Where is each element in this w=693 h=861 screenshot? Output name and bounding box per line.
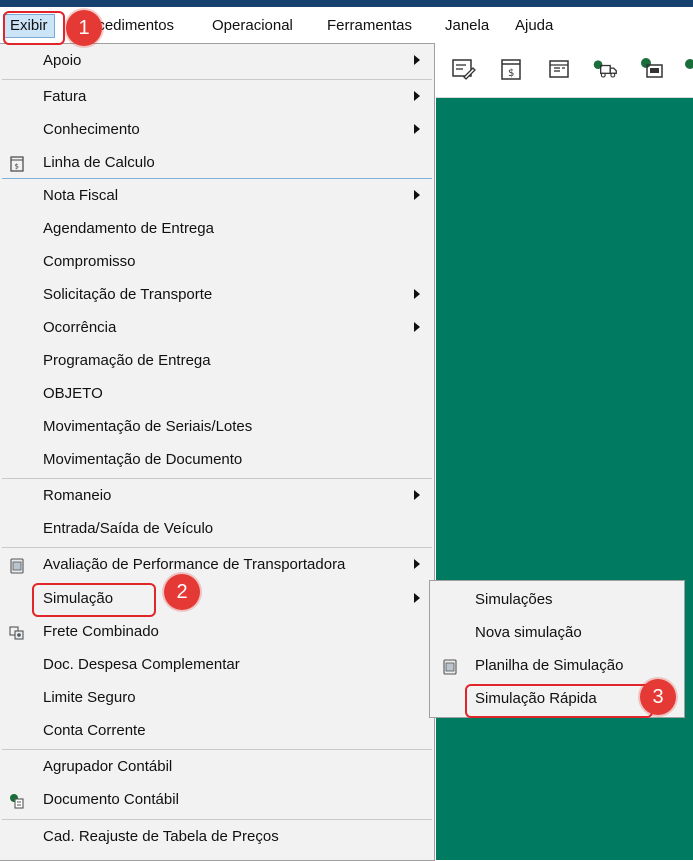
menu-item-label: Movimentação de Documento bbox=[43, 451, 243, 468]
separator bbox=[2, 547, 432, 548]
menu-item-label: Fatura bbox=[43, 88, 87, 105]
menu-item-romaneio[interactable]: Romaneio bbox=[0, 481, 434, 511]
menu-item-nota-fiscal[interactable]: Nota Fiscal bbox=[0, 181, 434, 211]
submenu-arrow-icon bbox=[414, 490, 420, 500]
submenu-arrow-icon bbox=[414, 190, 420, 200]
calendar-money-icon[interactable]: $ bbox=[498, 56, 524, 82]
menu-item-solicitacao-de-transporte[interactable]: Solicitação de Transporte bbox=[0, 280, 434, 310]
menu-item-label: Movimentação de Seriais/Lotes bbox=[43, 418, 253, 435]
menu-item-compromisso[interactable]: Compromisso bbox=[0, 247, 434, 277]
menu-item-ocorrencia[interactable]: Ocorrência bbox=[0, 313, 434, 343]
menu-item-label: Programação de Entrega bbox=[43, 352, 211, 369]
annotation-highlight-simulacao bbox=[32, 583, 156, 617]
menu-item-label: OBJETO bbox=[43, 385, 103, 402]
exibir-dropdown: Apoio Fatura Conhecimento $ Linha de Cal… bbox=[0, 43, 435, 861]
menu-item-label: Linha de Calculo bbox=[43, 154, 155, 171]
menu-item-label: Compromisso bbox=[43, 253, 136, 270]
menu-item-programacao-de-entrega[interactable]: Programação de Entrega bbox=[0, 346, 434, 376]
submenu-arrow-icon bbox=[414, 322, 420, 332]
menu-item-apoio[interactable]: Apoio bbox=[0, 46, 434, 76]
menu-item-documento-contabil[interactable]: Documento Contábil bbox=[0, 785, 434, 815]
menu-item-label: Agendamento de Entrega bbox=[43, 220, 214, 237]
menu-item-objeto[interactable]: OBJETO bbox=[0, 379, 434, 409]
submenu-arrow-icon bbox=[414, 91, 420, 101]
title-bar bbox=[0, 0, 693, 7]
menu-item-conta-corrente[interactable]: Conta Corrente bbox=[0, 716, 434, 746]
menu-item-label: Nota Fiscal bbox=[43, 187, 119, 204]
submenu-arrow-icon bbox=[414, 124, 420, 134]
menu-item-cad-reajuste[interactable]: Cad. Reajuste de Tabela de Preços bbox=[0, 822, 434, 852]
menu-item-fatura[interactable]: Fatura bbox=[0, 82, 434, 112]
workspace-background bbox=[436, 98, 693, 860]
submenu-item-label: Simulações bbox=[475, 591, 553, 608]
menu-item-label: Agrupador Contábil bbox=[43, 758, 173, 775]
menu-item-label: Doc. Despesa Complementar bbox=[43, 656, 240, 673]
separator bbox=[2, 478, 432, 479]
menu-item-label: Conta Corrente bbox=[43, 722, 146, 739]
menu-item-avaliacao-de-performance[interactable]: Avaliação de Performance de Transportado… bbox=[0, 550, 434, 580]
menu-ferramentas[interactable]: Ferramentas bbox=[321, 15, 418, 37]
annotation-highlight-simulacao-rapida bbox=[465, 684, 653, 718]
menu-item-label: Ocorrência bbox=[43, 319, 117, 336]
submenu-item-planilha-de-simulacao[interactable]: Planilha de Simulação bbox=[430, 651, 684, 681]
separator bbox=[2, 749, 432, 750]
menu-item-frete-combinado[interactable]: Frete Combinado bbox=[0, 617, 434, 647]
menu-item-label: Solicitação de Transporte bbox=[43, 286, 213, 303]
annotation-step-1: 1 bbox=[66, 10, 102, 46]
calculator-icon: $ bbox=[10, 156, 24, 172]
submenu-arrow-icon bbox=[414, 55, 420, 65]
spreadsheet-icon bbox=[443, 659, 457, 675]
spreadsheet-icon[interactable] bbox=[546, 56, 572, 82]
menu-item-movimentacao-de-documento[interactable]: Movimentação de Documento bbox=[0, 445, 434, 475]
toolbar: $ bbox=[436, 43, 693, 98]
annotation-highlight-exibir bbox=[3, 11, 65, 45]
menu-item-doc-despesa-complementar[interactable]: Doc. Despesa Complementar bbox=[0, 650, 434, 680]
menu-janela[interactable]: Janela bbox=[439, 15, 495, 37]
menu-item-agendamento-de-entrega[interactable]: Agendamento de Entrega bbox=[0, 214, 434, 244]
submenu-arrow-icon bbox=[414, 559, 420, 569]
edit-document-icon[interactable] bbox=[450, 56, 476, 82]
menu-item-label: Conhecimento bbox=[43, 121, 140, 138]
menu-item-label: Cad. Reajuste de Tabela de Preços bbox=[43, 828, 279, 845]
separator bbox=[2, 79, 432, 80]
menu-item-label: Apoio bbox=[43, 52, 82, 69]
submenu-item-nova-simulacao[interactable]: Nova simulação bbox=[430, 618, 684, 648]
freight-icon bbox=[9, 626, 24, 640]
annotation-step-2: 2 bbox=[164, 574, 200, 610]
separator bbox=[2, 178, 432, 179]
menu-item-conhecimento[interactable]: Conhecimento bbox=[0, 115, 434, 145]
submenu-item-label: Planilha de Simulação bbox=[475, 657, 624, 674]
submenu-item-label: Nova simulação bbox=[475, 624, 582, 641]
separator bbox=[2, 819, 432, 820]
submenu-item-simulacoes[interactable]: Simulações bbox=[430, 585, 684, 615]
menu-item-linha-de-calculo[interactable]: $ Linha de Calculo bbox=[0, 148, 434, 178]
annotation-step-3: 3 bbox=[640, 679, 676, 715]
menu-item-label: Avaliação de Performance de Transportado… bbox=[43, 556, 346, 573]
menu-item-agrupador-contabil[interactable]: Agrupador Contábil bbox=[0, 752, 434, 782]
submenu-arrow-icon bbox=[414, 289, 420, 299]
svg-text:$: $ bbox=[15, 163, 19, 171]
accounting-document-icon bbox=[10, 794, 24, 809]
performance-report-icon bbox=[10, 558, 24, 574]
menu-item-label: Limite Seguro bbox=[43, 689, 136, 706]
menu-item-movimentacao-de-seriais-lotes[interactable]: Movimentação de Seriais/Lotes bbox=[0, 412, 434, 442]
menu-item-label: Romaneio bbox=[43, 487, 112, 504]
menu-item-label: Entrada/Saída de Veículo bbox=[43, 520, 214, 537]
menu-bar: Exibir Procedimentos Operacional Ferrame… bbox=[0, 7, 693, 43]
menu-item-entrada-saida-de-veiculo[interactable]: Entrada/Saída de Veículo bbox=[0, 514, 434, 544]
truck-add-icon[interactable] bbox=[592, 56, 618, 82]
menu-item-limite-seguro[interactable]: Limite Seguro bbox=[0, 683, 434, 713]
menu-item-label: Frete Combinado bbox=[43, 623, 159, 640]
svg-text:$: $ bbox=[508, 68, 514, 79]
partial-icon[interactable] bbox=[682, 56, 693, 82]
menu-operacional[interactable]: Operacional bbox=[206, 15, 299, 37]
menu-item-label: Documento Contábil bbox=[43, 791, 179, 808]
menu-ajuda[interactable]: Ajuda bbox=[509, 15, 559, 37]
submenu-arrow-icon bbox=[414, 593, 420, 603]
vehicle-add-icon[interactable] bbox=[639, 56, 665, 82]
